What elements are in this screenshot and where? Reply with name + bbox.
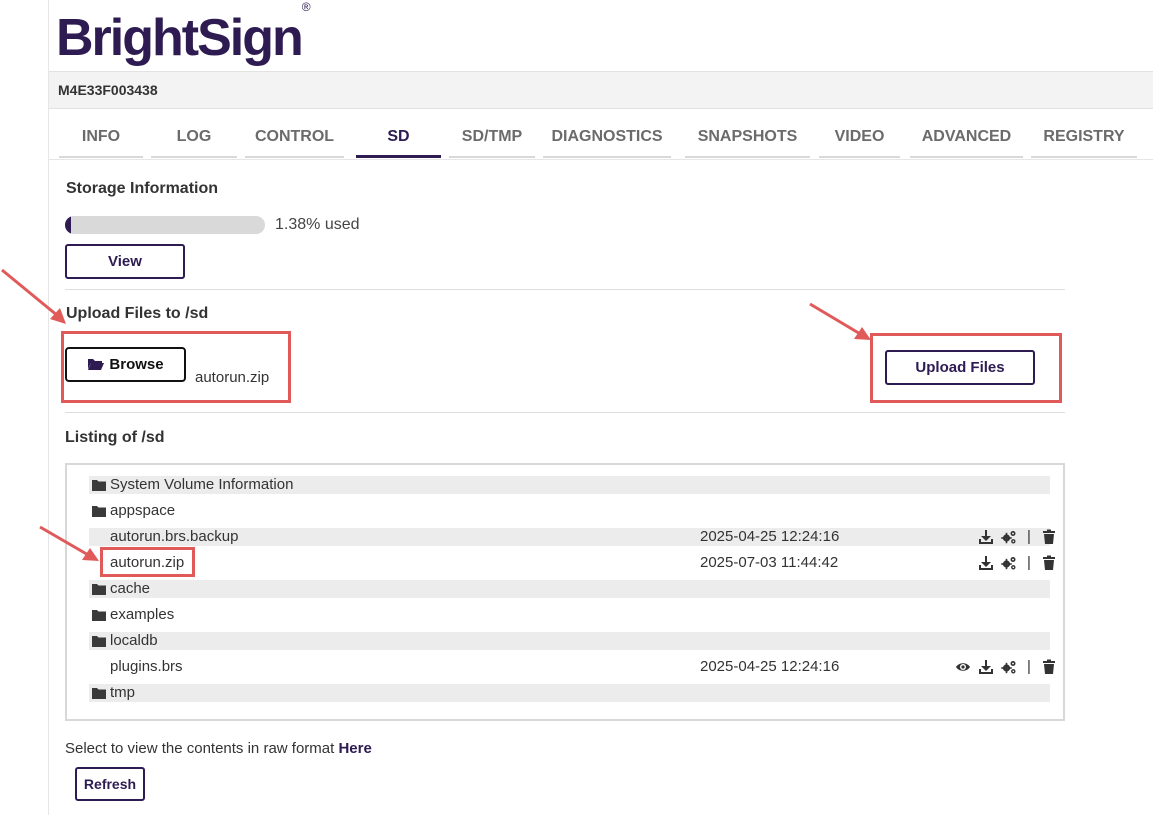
action-separator: | [1027, 658, 1031, 675]
entry-name[interactable]: cache [110, 580, 150, 597]
listing-folder-row[interactable]: System Volume Information [89, 476, 1050, 494]
entry-actions: | [930, 554, 1055, 572]
listing-file-row[interactable]: autorun.brs.backup 2025-04-25 12:24:16 | [89, 528, 1055, 546]
listing-file-row[interactable]: autorun.zip 2025-07-03 11:44:42 | [89, 554, 1055, 572]
page: BrightSign® M4E33F003438 INFO LOG CONTRO… [0, 0, 1153, 815]
storage-title: Storage Information [66, 180, 219, 197]
raw-format-text: Select to view the contents in raw forma… [65, 740, 372, 757]
folder-icon [92, 584, 106, 595]
tab-snapshots[interactable]: SNAPSHOTS [685, 128, 810, 158]
entry-actions: | [930, 658, 1055, 676]
tab-registry[interactable]: REGISTRY [1031, 128, 1137, 158]
tab-log[interactable]: LOG [151, 128, 237, 158]
file-listing: System Volume Information appspace autorun… [65, 463, 1065, 721]
entry-name[interactable]: System Volume Information [110, 476, 293, 493]
arrow-icon [1, 268, 66, 324]
listing-folder-row[interactable]: appspace [89, 502, 1050, 520]
tab-advanced[interactable]: ADVANCED [910, 128, 1023, 158]
gears-icon[interactable] [1001, 555, 1017, 571]
device-bar: M4E33F003438 [49, 71, 1153, 109]
entry-date: 2025-07-03 11:44:42 [700, 554, 839, 571]
folder-open-icon [88, 359, 105, 370]
entry-name[interactable]: autorun.brs.backup [110, 528, 238, 545]
entry-date: 2025-04-25 12:24:16 [700, 528, 840, 545]
arrow-icon [39, 525, 99, 561]
trash-icon[interactable] [1041, 659, 1057, 675]
left-margin [0, 0, 48, 815]
selected-file-name: autorun.zip [195, 369, 270, 386]
browse-label: Browse [109, 356, 164, 373]
download-icon[interactable] [978, 555, 994, 571]
tab-bar: INFO LOG CONTROL SD SD/TMP DIAGNOSTICS S… [49, 110, 1153, 160]
upload-files-button[interactable]: Upload Files [885, 350, 1035, 385]
listing-folder-row[interactable]: tmp [89, 684, 1050, 702]
device-serial: M4E33F003438 [58, 82, 158, 98]
upload-title: Upload Files to /sd [66, 305, 209, 322]
refresh-button[interactable]: Refresh [75, 767, 145, 801]
entry-date: 2025-04-25 12:24:16 [700, 658, 840, 675]
entry-actions: | [930, 528, 1055, 546]
arrow-icon [809, 302, 871, 340]
entry-name[interactable]: tmp [110, 684, 135, 701]
trash-icon[interactable] [1041, 529, 1057, 545]
download-icon[interactable] [978, 659, 994, 675]
view-button[interactable]: View [65, 244, 185, 279]
tab-diagnostics[interactable]: DIAGNOSTICS [543, 128, 671, 158]
gears-icon[interactable] [1001, 659, 1017, 675]
listing-folder-row[interactable]: cache [89, 580, 1050, 598]
eye-icon[interactable] [955, 659, 971, 675]
browse-button[interactable]: Browse [65, 347, 186, 382]
raw-format-here-link[interactable]: Here [338, 740, 371, 757]
entry-name[interactable]: plugins.brs [110, 658, 183, 675]
folder-icon [92, 480, 106, 491]
storage-progress-bar [65, 216, 265, 234]
highlight-box-autorun [100, 547, 195, 577]
divider [65, 289, 1065, 290]
listing-title: Listing of /sd [65, 429, 165, 446]
gears-icon[interactable] [1001, 529, 1017, 545]
entry-name[interactable]: localdb [110, 632, 158, 649]
listing-folder-row[interactable]: localdb [89, 632, 1050, 650]
raw-format-label: Select to view the contents in raw forma… [65, 740, 335, 757]
storage-used-text: 1.38% used [275, 216, 360, 233]
action-separator: | [1027, 528, 1031, 545]
brightsign-logo: BrightSign® [56, 0, 311, 67]
download-icon[interactable] [978, 529, 994, 545]
tab-video[interactable]: VIDEO [819, 128, 900, 158]
folder-icon [92, 506, 106, 517]
divider [65, 412, 1065, 413]
tab-sd[interactable]: SD [356, 128, 441, 158]
tab-sd-tmp[interactable]: SD/TMP [449, 128, 535, 158]
folder-icon [92, 610, 106, 621]
listing-file-row[interactable]: plugins.brs 2025-04-25 12:24:16 | [89, 658, 1055, 676]
trash-icon[interactable] [1041, 555, 1057, 571]
action-separator: | [1027, 554, 1031, 571]
listing-folder-row[interactable]: examples [89, 606, 1050, 624]
entry-name[interactable]: appspace [110, 502, 175, 519]
tab-info[interactable]: INFO [59, 128, 143, 158]
folder-icon [92, 688, 106, 699]
tab-control[interactable]: CONTROL [245, 128, 344, 158]
folder-icon [92, 636, 106, 647]
entry-name[interactable]: examples [110, 606, 174, 623]
